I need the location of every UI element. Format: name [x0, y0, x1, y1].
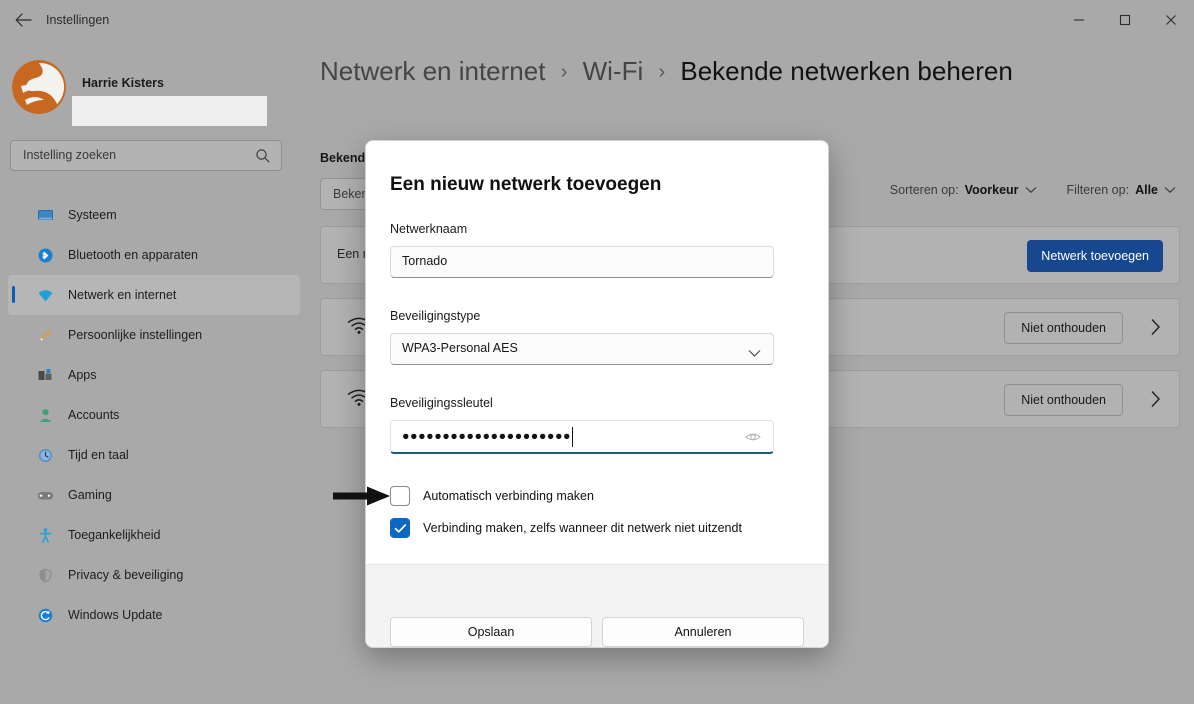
breadcrumb-link-network[interactable]: Netwerk en internet	[320, 56, 545, 86]
security-key-value: ●●●●●●●●●●●●●●●●●●●●●	[402, 429, 572, 443]
chevron-down-icon	[748, 345, 761, 363]
settings-window: Instellingen Harrie Kisters Instelling z…	[0, 0, 1194, 704]
filter-by-value: Alle	[1135, 183, 1158, 197]
chevron-down-icon	[1025, 183, 1037, 197]
sort-by-dropdown[interactable]: Sorteren op: Voorkeur	[890, 183, 1037, 197]
security-type-select[interactable]: WPA3-Personal AES	[390, 333, 774, 365]
breadcrumb-separator: ›	[560, 61, 568, 83]
sort-by-value: Voorkeur	[964, 183, 1019, 197]
sidebar-item-bluetooth[interactable]: Bluetooth en apparaten	[8, 235, 300, 275]
profile-name: Harrie Kisters	[82, 76, 164, 90]
autoconnect-checkbox[interactable]	[390, 486, 410, 506]
search-icon	[255, 148, 271, 169]
system-icon	[36, 206, 54, 224]
back-arrow-icon	[15, 13, 32, 27]
sidebar-item-persoonlijke-instellingen[interactable]: Persoonlijke instellingen	[8, 315, 300, 355]
sidebar-item-label: Persoonlijke instellingen	[68, 328, 203, 342]
sidebar-item-tijd-en-taal[interactable]: Tijd en taal	[8, 435, 300, 475]
network-name-label: Netwerknaam	[390, 222, 468, 236]
sidebar-item-windows-update[interactable]: Windows Update	[8, 595, 300, 635]
page-title: Bekende netwerken beheren	[680, 56, 1013, 86]
security-key-input[interactable]: ●●●●●●●●●●●●●●●●●●●●●	[390, 420, 774, 454]
save-button[interactable]: Opslaan	[390, 617, 592, 647]
gamepad-icon	[36, 486, 54, 504]
add-network-dialog: Een nieuw netwerk toevoegen Netwerknaam …	[365, 140, 829, 648]
sidebar-item-label: Bluetooth en apparaten	[68, 248, 198, 262]
profile-email-redacted	[72, 96, 267, 126]
sidebar-item-label: Tijd en taal	[68, 448, 129, 462]
eye-icon[interactable]	[745, 430, 761, 449]
network-icon	[36, 286, 54, 304]
network-name-input[interactable]: Tornado	[390, 246, 774, 278]
breadcrumb-link-wifi[interactable]: Wi-Fi	[583, 56, 644, 86]
sidebar-item-label: Systeem	[68, 208, 117, 222]
forget-network-button[interactable]: Niet onthouden	[1004, 312, 1123, 344]
filter-by-label: Filteren op:	[1066, 183, 1130, 197]
breadcrumb: Netwerk en internet › Wi-Fi › Bekende ne…	[320, 56, 1013, 87]
chevron-right-icon[interactable]	[1150, 390, 1161, 413]
sidebar-item-label: Apps	[68, 368, 97, 382]
cancel-button[interactable]: Annuleren	[602, 617, 804, 647]
accounts-person-icon	[36, 406, 54, 424]
autoconnect-checkbox-row[interactable]: Automatisch verbinding maken	[390, 486, 594, 506]
window-controls	[1056, 0, 1194, 40]
dialog-title: Een nieuw netwerk toevoegen	[390, 174, 662, 195]
bluetooth-icon	[36, 246, 54, 264]
hidden-network-checkbox[interactable]	[390, 518, 410, 538]
title-bar: Instellingen	[0, 0, 1194, 40]
forget-network-button[interactable]: Niet onthouden	[1004, 384, 1123, 416]
security-key-label: Beveiligingssleutel	[390, 396, 493, 410]
chevron-right-icon[interactable]	[1150, 318, 1161, 341]
sidebar-item-toegankelijkheid[interactable]: Toegankelijkheid	[8, 515, 300, 555]
pointer-arrow-icon	[333, 484, 391, 513]
sidebar-nav: Systeem Bluetooth en apparaten Netwerk e…	[8, 195, 300, 635]
sidebar-item-systeem[interactable]: Systeem	[8, 195, 300, 235]
hidden-network-checkbox-row[interactable]: Verbinding maken, zelfs wanneer dit netw…	[390, 518, 742, 538]
sidebar-item-gaming[interactable]: Gaming	[8, 475, 300, 515]
breadcrumb-separator: ›	[658, 61, 666, 83]
sort-by-label: Sorteren op:	[889, 183, 959, 197]
sort-filter-controls: Sorteren op: Voorkeur Filteren op: Alle	[890, 183, 1176, 197]
avatar	[12, 60, 66, 114]
security-type-label: Beveiligingstype	[390, 309, 481, 323]
maximize-button[interactable]	[1102, 0, 1148, 40]
dialog-footer: Opslaan Annuleren	[366, 564, 828, 647]
clock-icon	[36, 446, 54, 464]
sidebar-item-label: Netwerk en internet	[68, 288, 177, 302]
sidebar-item-label: Toegankelijkheid	[68, 528, 161, 542]
chevron-down-icon	[1164, 183, 1176, 197]
sidebar-item-accounts[interactable]: Accounts	[8, 395, 300, 435]
back-button[interactable]	[8, 6, 38, 34]
window-title: Instellingen	[46, 13, 110, 27]
dialog-body: Een nieuw netwerk toevoegen Netwerknaam …	[366, 141, 828, 566]
sidebar-item-label: Gaming	[68, 488, 112, 502]
network-name-value: Tornado	[402, 254, 448, 268]
security-type-value: WPA3-Personal AES	[402, 341, 518, 355]
add-network-button[interactable]: Netwerk toevoegen	[1027, 240, 1163, 272]
close-button[interactable]	[1148, 0, 1194, 40]
sidebar-item-label: Privacy & beveiliging	[68, 568, 184, 582]
sidebar-item-privacy-beveiliging[interactable]: Privacy & beveiliging	[8, 555, 300, 595]
text-caret	[572, 427, 573, 447]
filter-by-dropdown[interactable]: Filteren op: Alle	[1067, 183, 1176, 197]
sidebar: Harrie Kisters Instelling zoeken Systeem…	[0, 40, 308, 704]
sidebar-item-label: Accounts	[68, 408, 120, 422]
accessibility-icon	[36, 526, 54, 544]
autoconnect-checkbox-label: Automatisch verbinding maken	[423, 489, 594, 503]
search-input[interactable]: Instelling zoeken	[10, 140, 282, 171]
sidebar-item-label: Windows Update	[68, 608, 163, 622]
minimize-button[interactable]	[1056, 0, 1102, 40]
apps-icon	[36, 366, 54, 384]
sidebar-item-apps[interactable]: Apps	[8, 355, 300, 395]
update-refresh-icon	[36, 606, 54, 624]
search-placeholder: Instelling zoeken	[23, 148, 117, 162]
sidebar-item-netwerk-en-internet[interactable]: Netwerk en internet	[8, 275, 300, 315]
shield-icon	[36, 566, 54, 584]
hidden-network-checkbox-label: Verbinding maken, zelfs wanneer dit netw…	[423, 521, 742, 535]
profile-section[interactable]: Harrie Kisters	[10, 52, 300, 126]
personalization-brush-icon	[36, 326, 54, 344]
